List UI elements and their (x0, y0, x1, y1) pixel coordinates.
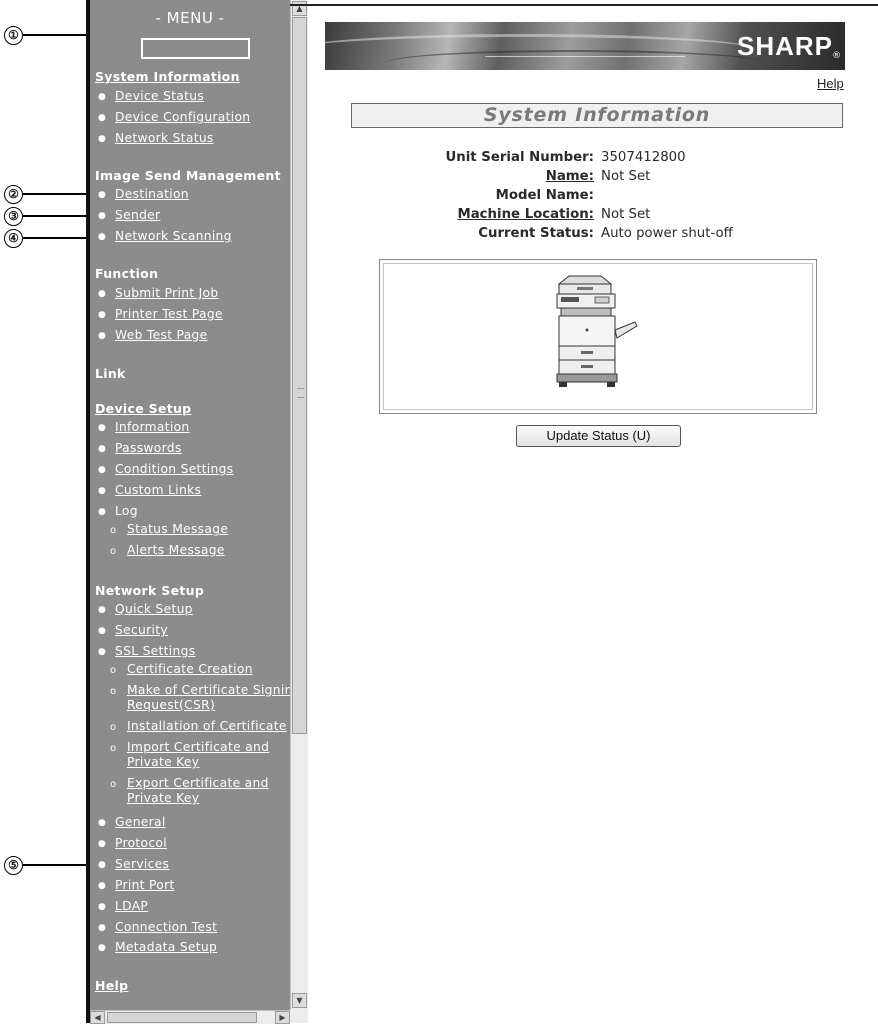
registered-mark: ® (832, 51, 841, 61)
printer-copier-icon (556, 275, 638, 387)
sidebar-item-log: ● Log (98, 504, 138, 518)
sidebar-network-setup: Network Setup (95, 583, 205, 598)
scroll-right-button[interactable]: ▶ (275, 1011, 290, 1024)
sidebar-subitem-make-csr[interactable]: o Make of Certificate Signin Request(CSR) (110, 683, 290, 713)
info-row-model: Model Name: (330, 188, 850, 207)
sidebar-item-print-port[interactable]: ● Print Port (98, 878, 175, 892)
sidebar-item-device-configuration[interactable]: ● Device Configuration (98, 110, 250, 124)
status-value: Auto power shut-off (601, 226, 733, 241)
sidebar-function: Function (95, 266, 159, 281)
menu-title: - MENU - (155, 9, 225, 27)
help-link[interactable]: Help (817, 76, 844, 91)
sidebar-help[interactable]: Help (95, 978, 128, 993)
sidebar-horizontal-scrollbar[interactable]: ◀ ▶ (90, 1010, 290, 1024)
frame-top-border (290, 4, 878, 6)
info-row-status: Current Status: Auto power shut-off (330, 226, 850, 245)
sidebar-system-information[interactable]: System Information (95, 69, 240, 84)
sidebar-device-setup[interactable]: Device Setup (95, 401, 191, 416)
callout-number: ① (4, 25, 23, 45)
scroll-left-button[interactable]: ◀ (90, 1011, 105, 1024)
sidebar-subitem-installation-of-certificate[interactable]: o Installation of Certificate (110, 719, 287, 733)
callout-number: ② (4, 184, 23, 204)
sidebar-item-general[interactable]: ● General (98, 815, 166, 829)
header-banner: SHARP ® (325, 22, 845, 70)
sidebar-item-information[interactable]: ● Information (98, 420, 189, 434)
callout-number: ③ (4, 206, 23, 226)
scroll-thumb[interactable] (292, 17, 307, 734)
device-image-panel (379, 259, 817, 414)
sidebar-link: Link (95, 366, 126, 381)
sidebar-item-metadata-setup[interactable]: ● Metadata Setup (98, 940, 217, 954)
scrollbar-corner (290, 1010, 308, 1023)
callout-number: ④ (4, 228, 23, 248)
page-title: System Information (351, 103, 843, 128)
sidebar-item-connection-test[interactable]: ● Connection Test (98, 920, 217, 934)
sidebar-item-quick-setup[interactable]: ● Quick Setup (98, 602, 193, 616)
field-label: Unit Serial Number: (445, 150, 594, 165)
sidebar-vertical-scrollbar[interactable]: ▲ ▼ (290, 0, 308, 1010)
sidebar-item-web-test-page[interactable]: ● Web Test Page (98, 328, 208, 342)
info-row-location: Machine Location: Not Set (330, 207, 850, 226)
grip-icon (297, 388, 304, 398)
sidebar-item-ssl-settings[interactable]: ● SSL Settings (98, 644, 195, 658)
sidebar-subitem-alerts-message[interactable]: o Alerts Message (110, 543, 225, 557)
sidebar-item-security[interactable]: ● Security (98, 623, 168, 637)
info-row-serial: Unit Serial Number: 3507412800 (330, 150, 850, 169)
sidebar-item-services[interactable]: ● Services (98, 857, 169, 871)
sidebar-item-ldap[interactable]: ● LDAP (98, 899, 148, 913)
sidebar-item-custom-links[interactable]: ● Custom Links (98, 483, 201, 497)
callout-number: ⑤ (4, 855, 23, 875)
sidebar-item-condition-settings[interactable]: ● Condition Settings (98, 462, 233, 476)
sidebar-subitem-status-message[interactable]: o Status Message (110, 522, 228, 536)
sidebar-item-protocol[interactable]: ● Protocol (98, 836, 167, 850)
field-value: Not Set (601, 207, 651, 222)
update-status-button[interactable]: Update Status (U) (516, 425, 681, 447)
sidebar-subitem-certificate-creation[interactable]: o Certificate Creation (110, 662, 253, 676)
sidebar-subitem-export-certificate[interactable]: o Export Certificate and Private Key (110, 776, 269, 806)
scroll-thumb-horizontal[interactable] (107, 1012, 257, 1023)
sidebar-item-device-status[interactable]: ● Device Status (98, 89, 204, 103)
sidebar-item-network-status[interactable]: ● Network Status (98, 131, 214, 145)
sidebar-item-network-scanning[interactable]: ● Network Scanning (98, 229, 232, 243)
sidebar-image-send-management: Image Send Management (95, 168, 281, 183)
sidebar-item-sender[interactable]: ● Sender (98, 208, 160, 222)
field-value: 3507412800 (601, 150, 686, 165)
sidebar-item-passwords[interactable]: ● Passwords (98, 441, 182, 455)
menu-box[interactable] (141, 38, 250, 59)
sidebar-item-printer-test-page[interactable]: ● Printer Test Page (98, 307, 223, 321)
field-label: Model Name: (495, 188, 594, 203)
name-link[interactable]: Name: (546, 169, 594, 184)
field-label: Current Status: (478, 226, 594, 241)
info-row-name: Name: Not Set (330, 169, 850, 188)
sidebar-menu: - MENU - System Information ● Device Stat… (90, 0, 290, 1010)
field-value: Not Set (601, 169, 651, 184)
sidebar-item-submit-print-job[interactable]: ● Submit Print Job (98, 286, 218, 300)
scroll-down-button[interactable]: ▼ (292, 993, 307, 1008)
sidebar-item-destination[interactable]: ● Destination (98, 187, 189, 201)
sidebar-subitem-import-certificate[interactable]: o Import Certificate and Private Key (110, 740, 269, 770)
machine-location-link[interactable]: Machine Location: (457, 207, 594, 222)
sharp-logo: SHARP (736, 31, 833, 61)
